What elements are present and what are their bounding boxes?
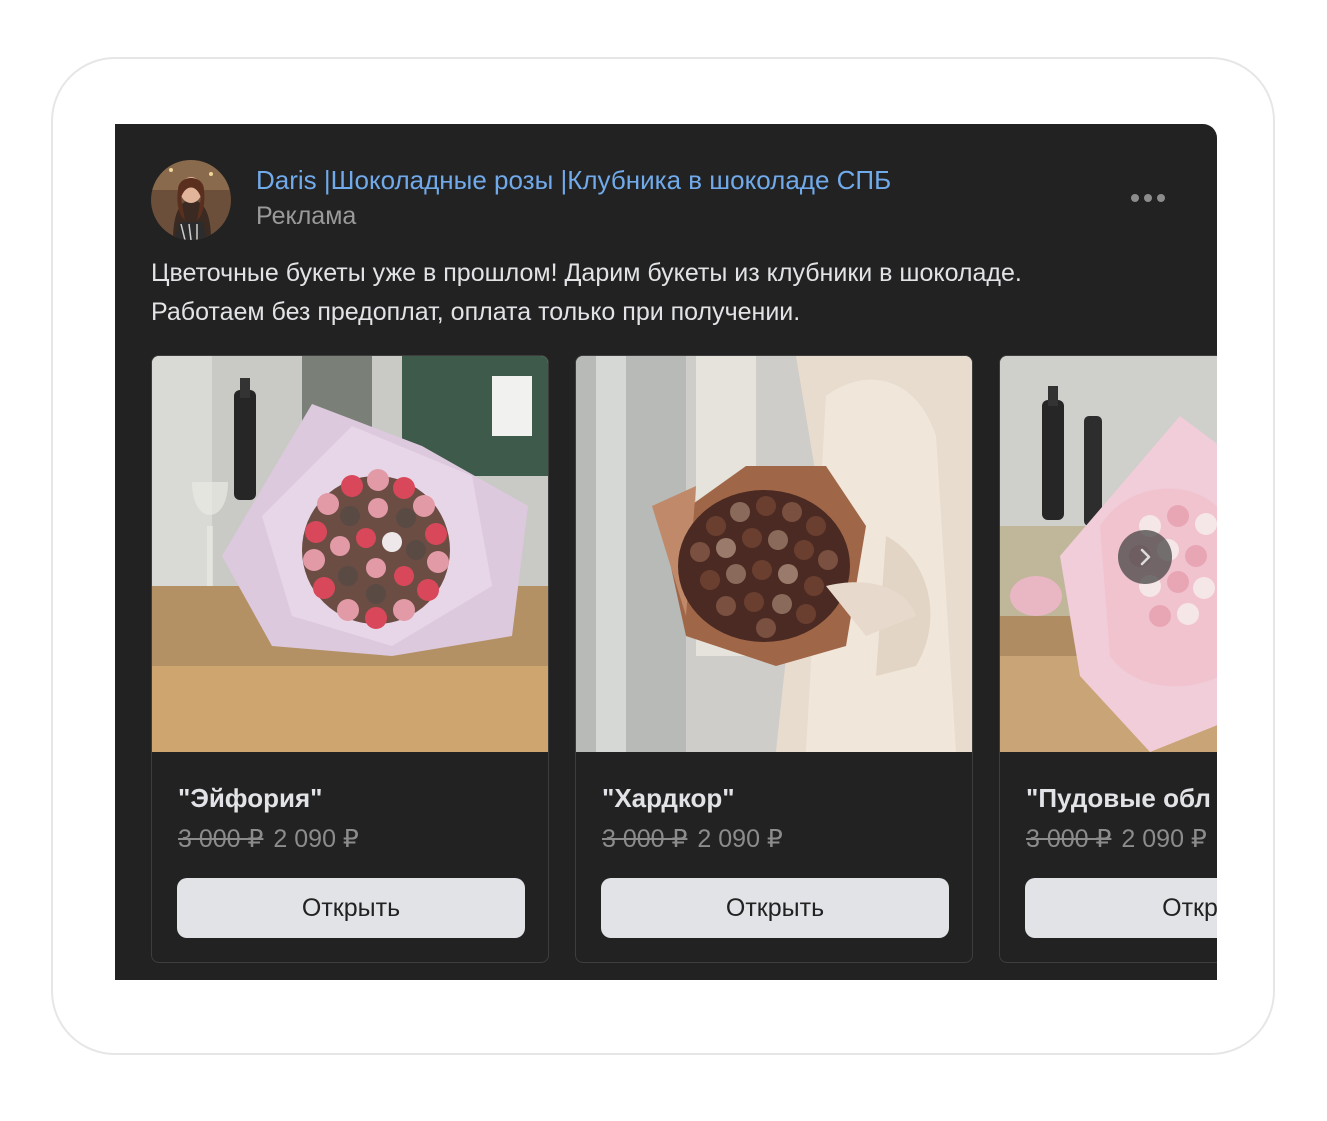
ad-post: Daris |Шоколадные розы |Клубника в шокол… — [115, 124, 1217, 980]
product-card[interactable]: "Эйфория" 3 000 ₽ 2 090 ₽ Открыть — [151, 355, 549, 963]
ad-label: Реклама — [256, 202, 357, 230]
post-text-line: Работаем без предоплат, оплата только пр… — [151, 298, 801, 326]
product-title: "Хардкор" — [602, 783, 735, 813]
old-price: 3 000 ₽ — [178, 825, 264, 853]
product-card[interactable]: "Хардкор" 3 000 ₽ 2 090 ₽ Открыть — [575, 355, 973, 963]
product-prices: 3 000 ₽ 2 090 ₽ — [1026, 824, 1207, 854]
product-photo[interactable] — [152, 356, 548, 752]
avatar[interactable] — [151, 160, 231, 240]
open-button[interactable]: Открыть — [177, 878, 525, 938]
current-price: 2 090 ₽ — [1121, 825, 1207, 853]
product-title: "Эйфория" — [178, 783, 323, 813]
product-carousel[interactable]: "Эйфория" 3 000 ₽ 2 090 ₽ Открыть "Хардко… — [151, 355, 1217, 964]
product-card[interactable]: "Пудовые обл 3 000 ₽ 2 090 ₽ Откры — [999, 355, 1217, 963]
post-text: Цветочные букеты уже в прошлом! Дарим бу… — [151, 254, 1161, 332]
author-name-link[interactable]: Daris |Шоколадные розы |Клубника в шокол… — [256, 165, 891, 196]
open-button[interactable]: Открыть — [601, 878, 949, 938]
product-prices: 3 000 ₽ 2 090 ₽ — [602, 824, 783, 854]
old-price: 3 000 ₽ — [602, 825, 688, 853]
current-price: 2 090 ₽ — [697, 825, 783, 853]
product-title: "Пудовые обл — [1026, 783, 1211, 813]
open-button[interactable]: Откры — [1025, 878, 1217, 938]
product-photo[interactable] — [1000, 356, 1217, 752]
current-price: 2 090 ₽ — [273, 825, 359, 853]
product-photo[interactable] — [576, 356, 972, 752]
chevron-right-icon[interactable] — [1118, 530, 1172, 584]
more-horizontal-icon[interactable] — [1123, 184, 1173, 212]
old-price: 3 000 ₽ — [1026, 825, 1112, 853]
post-text-line: Цветочные букеты уже в прошлом! Дарим бу… — [151, 259, 1022, 287]
product-prices: 3 000 ₽ 2 090 ₽ — [178, 824, 359, 854]
